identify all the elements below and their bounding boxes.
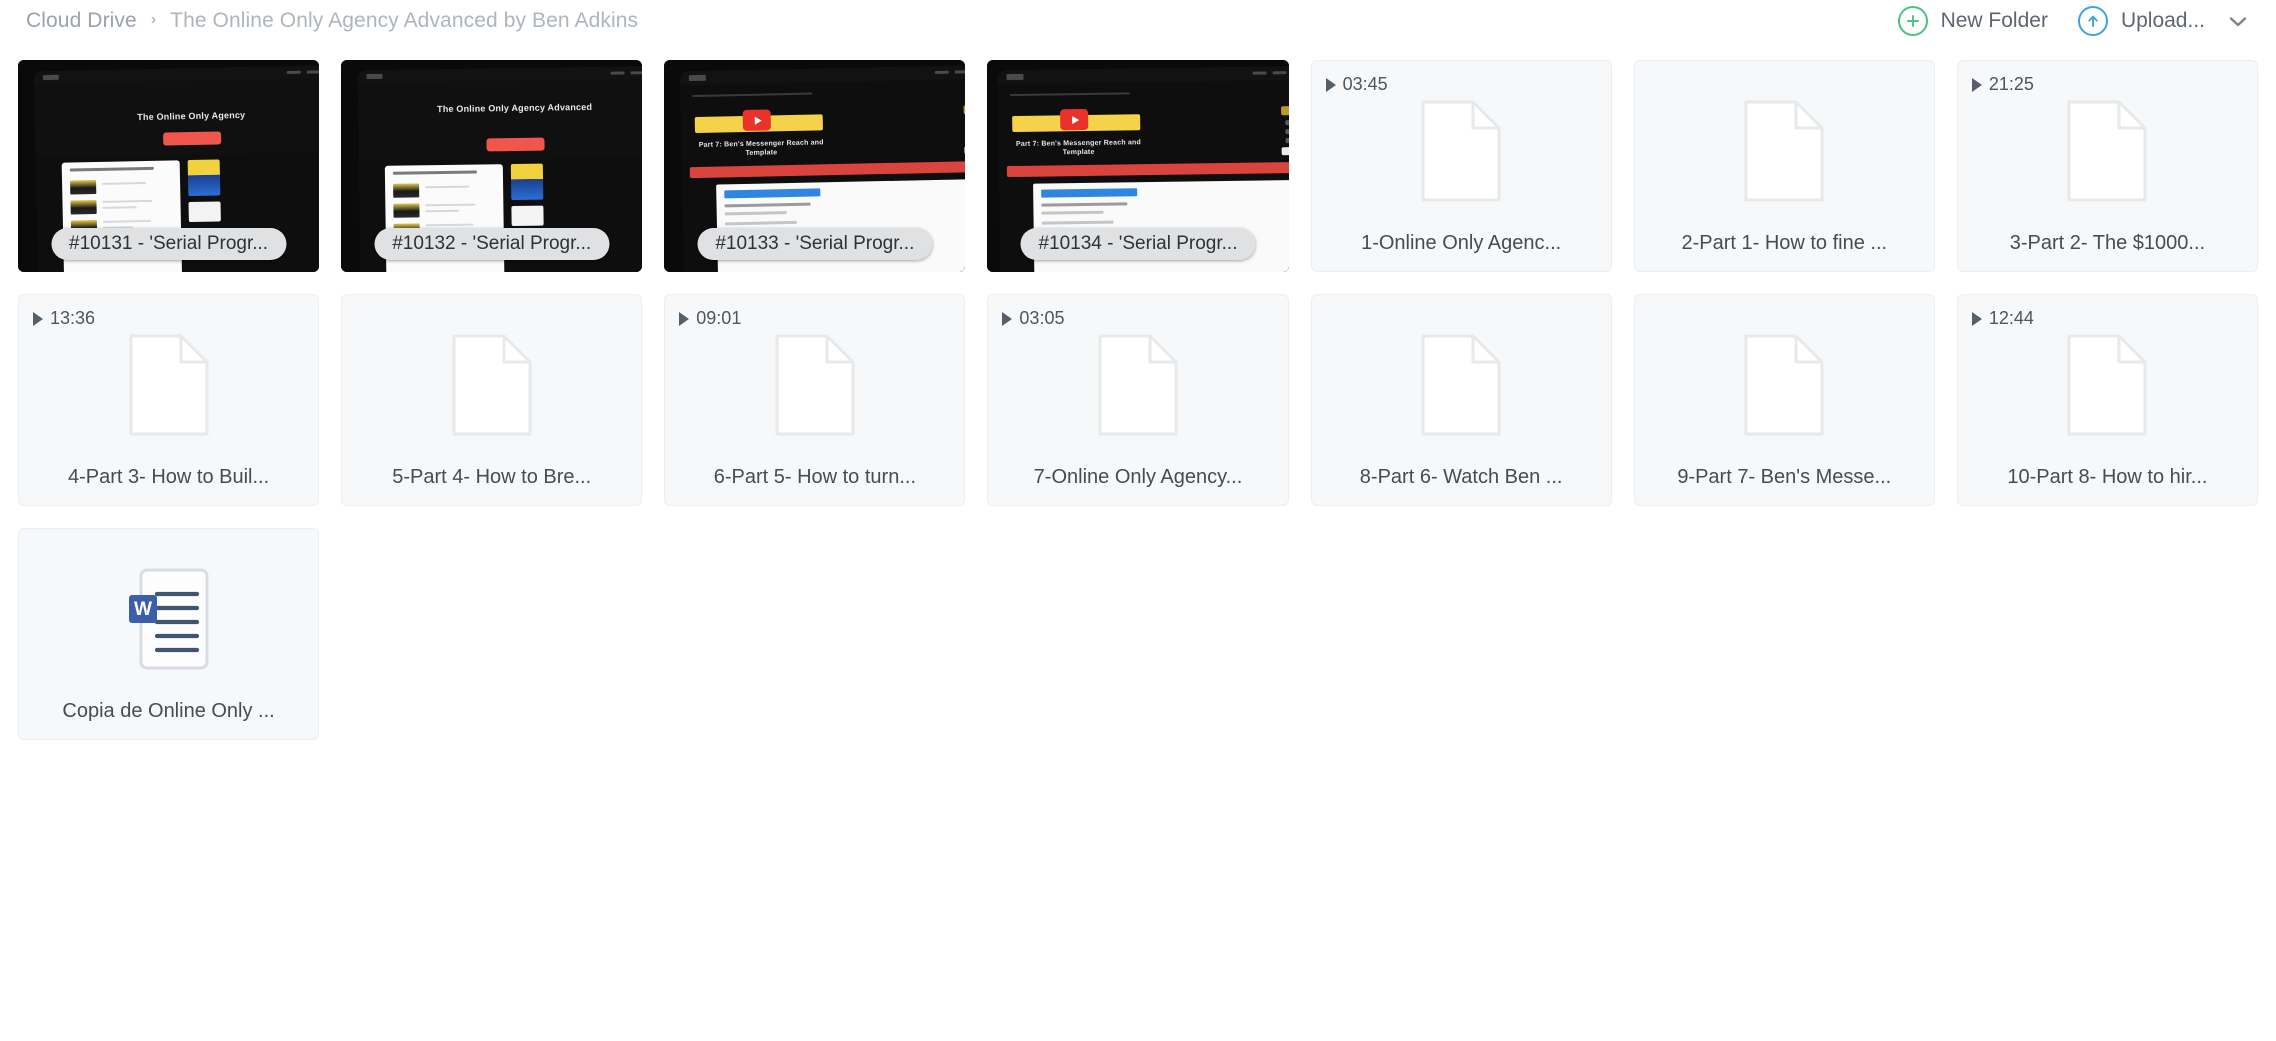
file-name-label: 6-Part 5- How to turn... bbox=[713, 466, 916, 488]
file-tile-screenshot[interactable]: Part 7: Ben's Messenger Reach and Templa… bbox=[664, 60, 966, 272]
top-toolbar: Cloud Drive › The Online Only Agency Adv… bbox=[0, 0, 2276, 42]
duration-badge: 13:36 bbox=[33, 308, 95, 329]
file-name-label: 3-Part 2- The $1000... bbox=[2009, 232, 2206, 254]
file-tile-screenshot[interactable]: Part 7: Ben's Messenger Reach and Templa… bbox=[987, 60, 1289, 272]
play-icon bbox=[1002, 311, 1013, 326]
duration-text: 12:44 bbox=[1988, 308, 2034, 328]
file-tile-document[interactable]: 03:45 1-Online Only Agenc... bbox=[1310, 60, 1612, 272]
file-name-label: 2-Part 1- How to fine ... bbox=[1681, 232, 1888, 254]
file-tile-document[interactable]: 12:44 10-Part 8- How to hir... bbox=[1956, 294, 2258, 506]
breadcrumb-current-folder: The Online Only Agency Advanced by Ben A… bbox=[170, 9, 639, 32]
duration-text: 13:36 bbox=[50, 308, 96, 328]
file-tile-document[interactable]: 9-Part 7- Ben's Messe... bbox=[1633, 294, 1935, 506]
file-name-label: #10132 - 'Serial Progr... bbox=[374, 228, 610, 260]
play-icon bbox=[1971, 311, 1982, 326]
document-page-icon bbox=[342, 303, 641, 466]
file-name-label: 8-Part 6- Watch Ben ... bbox=[1359, 466, 1563, 488]
file-tile-document[interactable]: 21:25 3-Part 2- The $1000... bbox=[1956, 60, 2258, 272]
file-grid: The Online Only Agency #10131 - 'Serial … bbox=[0, 42, 2276, 740]
document-page-icon bbox=[1635, 303, 1934, 466]
duration-text: 03:05 bbox=[1019, 308, 1065, 328]
duration-text: 21:25 bbox=[1988, 74, 2034, 94]
file-name-label: 10-Part 8- How to hir... bbox=[2007, 466, 2208, 488]
file-tile-document[interactable]: 2-Part 1- How to fine ... bbox=[1633, 60, 1935, 272]
upload-circle-icon bbox=[2077, 6, 2108, 36]
new-folder-label: New Folder bbox=[1940, 9, 2048, 32]
duration-badge: 03:45 bbox=[1325, 74, 1388, 95]
file-tile-document[interactable]: 8-Part 6- Watch Ben ... bbox=[1310, 294, 1612, 506]
document-page-icon bbox=[1312, 303, 1611, 466]
play-icon bbox=[1971, 77, 1982, 92]
upload-label: Upload... bbox=[2120, 9, 2205, 32]
duration-badge: 12:44 bbox=[1971, 308, 2034, 329]
file-name-label: 4-Part 3- How to Buil... bbox=[67, 466, 270, 488]
svg-text:W: W bbox=[134, 599, 152, 620]
upload-button[interactable]: Upload... bbox=[2077, 6, 2248, 36]
file-name-label: 5-Part 4- How to Bre... bbox=[392, 466, 592, 488]
duration-text: 09:01 bbox=[696, 308, 742, 328]
play-icon bbox=[1325, 77, 1336, 92]
word-document-icon: W bbox=[19, 537, 318, 700]
file-name-label: #10133 - 'Serial Progr... bbox=[697, 228, 933, 260]
duration-badge: 03:05 bbox=[1002, 308, 1064, 329]
file-name-label: 9-Part 7- Ben's Messe... bbox=[1677, 466, 1892, 488]
plus-circle-icon bbox=[1897, 6, 1928, 36]
duration-text: 03:45 bbox=[1342, 74, 1388, 94]
duration-badge: 09:01 bbox=[679, 308, 741, 329]
file-name-label: Copia de Online Only ... bbox=[62, 700, 275, 722]
play-icon bbox=[679, 311, 690, 326]
play-icon bbox=[33, 311, 43, 326]
file-tile-document[interactable]: 13:36 4-Part 3- How to Buil... bbox=[18, 294, 320, 506]
file-tile-word[interactable]: W Copia de Online Only ... bbox=[18, 528, 320, 740]
breadcrumb-root-link[interactable]: Cloud Drive bbox=[26, 9, 137, 33]
file-tile-screenshot[interactable]: The Online Only Agency #10131 - 'Serial … bbox=[18, 60, 320, 272]
document-page-icon bbox=[1635, 69, 1934, 232]
breadcrumb-separator-icon: › bbox=[150, 11, 157, 28]
duration-badge: 21:25 bbox=[1971, 74, 2034, 95]
file-tile-screenshot[interactable]: The Online Only Agency Advanced #10132 -… bbox=[341, 60, 643, 272]
file-tile-document[interactable]: 03:05 7-Online Only Agency... bbox=[987, 294, 1289, 506]
chevron-down-icon[interactable] bbox=[2228, 15, 2248, 28]
toolbar-actions: New Folder Upload... bbox=[1897, 6, 2248, 36]
file-tile-document[interactable]: 5-Part 4- How to Bre... bbox=[341, 294, 643, 506]
file-name-label: #10134 - 'Serial Progr... bbox=[1020, 228, 1256, 260]
new-folder-button[interactable]: New Folder bbox=[1897, 6, 2048, 36]
file-name-label: 1-Online Only Agenc... bbox=[1361, 232, 1562, 254]
file-tile-document[interactable]: 09:01 6-Part 5- How to turn... bbox=[664, 294, 966, 506]
breadcrumb: Cloud Drive › The Online Only Agency Adv… bbox=[26, 9, 638, 33]
file-name-label: #10131 - 'Serial Progr... bbox=[51, 228, 287, 260]
file-name-label: 7-Online Only Agency... bbox=[1033, 466, 1243, 488]
